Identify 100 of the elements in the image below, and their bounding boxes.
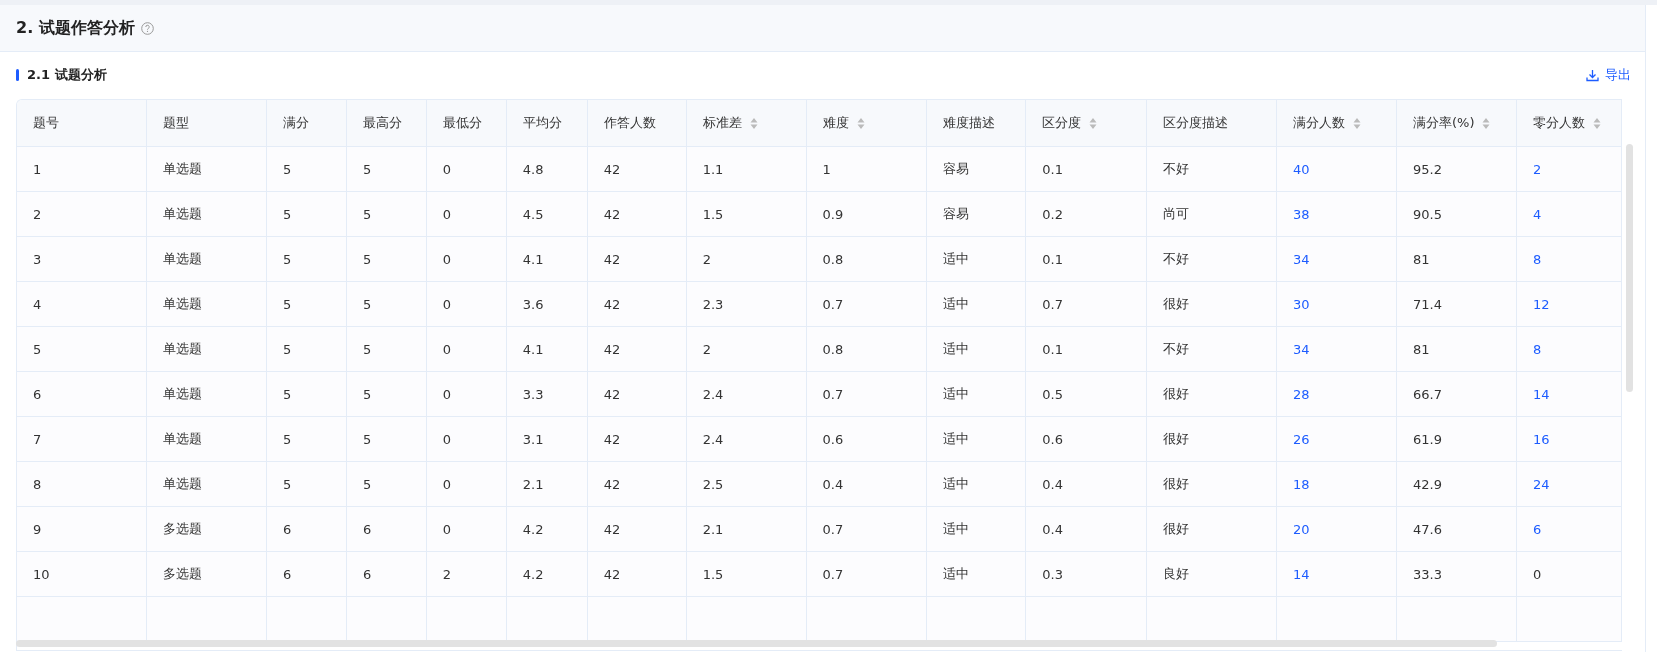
column-header: 题型: [146, 100, 267, 147]
table-cell: 不好: [1146, 146, 1277, 192]
table-cell: 5: [266, 281, 347, 327]
table-cell: 42: [587, 551, 687, 597]
count-link[interactable]: 26: [1276, 416, 1397, 462]
count-link[interactable]: 8: [1516, 236, 1622, 282]
table-cell: 3.1: [506, 416, 588, 462]
column-header[interactable]: 难度: [806, 100, 927, 147]
table-cell: 1: [806, 146, 927, 192]
table-cell: 42: [587, 506, 687, 552]
column-header: 区分度描述: [1146, 100, 1277, 147]
table-cell: 适中: [926, 236, 1026, 282]
sort-icon: [856, 116, 865, 130]
count-link[interactable]: 34: [1276, 236, 1397, 282]
column-header[interactable]: 标准差: [686, 100, 807, 147]
table-cell: 2: [686, 326, 807, 372]
table-cell: 0: [426, 191, 507, 237]
column-header[interactable]: 满分人数: [1276, 100, 1397, 147]
table-cell: 6: [266, 506, 347, 552]
column-header: 难度描述: [926, 100, 1026, 147]
table-cell: 8: [17, 461, 147, 507]
table-cell: 0.7: [1025, 281, 1147, 327]
table-cell: 单选题: [146, 326, 267, 372]
table-cell: 5: [346, 146, 427, 192]
table-cell: 适中: [926, 281, 1026, 327]
help-icon[interactable]: [140, 21, 154, 35]
table-cell: 95.2: [1396, 146, 1517, 192]
table-cell: 5: [266, 416, 347, 462]
column-header[interactable]: 满分率(%): [1396, 100, 1517, 147]
count-link[interactable]: 34: [1276, 326, 1397, 372]
table-cell: 1: [17, 146, 147, 192]
table-cell: 4.1: [506, 236, 588, 282]
table-cell: 4.5: [506, 191, 588, 237]
table-cell: 0: [426, 461, 507, 507]
table-cell: 5: [346, 326, 427, 372]
count-link[interactable]: 30: [1276, 281, 1397, 327]
subsection-title: 2.1 试题分析: [27, 66, 107, 84]
table-cell: 9: [17, 506, 147, 552]
horizontal-scrollbar[interactable]: [16, 640, 1497, 647]
table-cell: 0.7: [806, 371, 927, 417]
count-link[interactable]: 14: [1276, 551, 1397, 597]
table-cell: 42: [587, 146, 687, 192]
table-cell: 5: [346, 371, 427, 417]
count-link[interactable]: 12: [1516, 281, 1622, 327]
table-cell: 33.3: [1396, 551, 1517, 597]
export-button[interactable]: 导出: [1586, 66, 1631, 84]
table-cell: 3.6: [506, 281, 588, 327]
column-header: 满分: [266, 100, 347, 147]
count-link[interactable]: 14: [1516, 371, 1622, 417]
count-link[interactable]: 24: [1516, 461, 1622, 507]
table-cell: 0: [426, 506, 507, 552]
table-cell: 81: [1396, 236, 1517, 282]
count-link[interactable]: 18: [1276, 461, 1397, 507]
column-header: 题号: [17, 100, 147, 147]
count-link[interactable]: 38: [1276, 191, 1397, 237]
table-cell: 2: [686, 236, 807, 282]
table-cell: 5: [266, 461, 347, 507]
vertical-scrollbar[interactable]: [1626, 144, 1633, 392]
table-cell: 多选题: [146, 506, 267, 552]
count-link[interactable]: 4: [1516, 191, 1622, 237]
table-cell: 0: [426, 416, 507, 462]
table-cell: 良好: [1146, 551, 1277, 597]
table-cell: 5: [266, 371, 347, 417]
table-cell: 很好: [1146, 281, 1277, 327]
column-header[interactable]: 零分人数: [1516, 100, 1622, 147]
count-link[interactable]: 6: [1516, 506, 1622, 552]
count-link[interactable]: 28: [1276, 371, 1397, 417]
table-cell: 0.7: [806, 281, 927, 327]
table-cell: 0: [426, 281, 507, 327]
table-cell: 6: [346, 506, 427, 552]
count-link[interactable]: 20: [1276, 506, 1397, 552]
count-link[interactable]: 8: [1516, 326, 1622, 372]
table-cell: 1.1: [686, 146, 807, 192]
table-cell: 6: [346, 551, 427, 597]
table-cell: 0: [426, 236, 507, 282]
table-cell: 2.3: [686, 281, 807, 327]
table-cell: 4: [17, 281, 147, 327]
count-link[interactable]: 40: [1276, 146, 1397, 192]
table-cell: 6: [17, 371, 147, 417]
table-cell: 0.7: [806, 551, 927, 597]
table-cell: 42: [587, 326, 687, 372]
table-cell: 61.9: [1396, 416, 1517, 462]
table-cell: 42.9: [1396, 461, 1517, 507]
table-cell: 多选题: [146, 551, 267, 597]
table-cell: 单选题: [146, 191, 267, 237]
count-link[interactable]: 16: [1516, 416, 1622, 462]
count-link[interactable]: 2: [1516, 146, 1622, 192]
table-cell: 5: [346, 281, 427, 327]
table-cell: 容易: [926, 191, 1026, 237]
sort-icon: [1089, 116, 1098, 130]
column-header: 平均分: [506, 100, 588, 147]
table-cell: 容易: [926, 146, 1026, 192]
table-cell: 0.3: [1025, 551, 1147, 597]
table-cell: 5: [346, 236, 427, 282]
table-cell: 0: [426, 326, 507, 372]
column-header[interactable]: 区分度: [1025, 100, 1147, 147]
table-cell: 42: [587, 236, 687, 282]
table-cell: 5: [346, 191, 427, 237]
table-cell: 尚可: [1146, 191, 1277, 237]
column-header: 最低分: [426, 100, 507, 147]
